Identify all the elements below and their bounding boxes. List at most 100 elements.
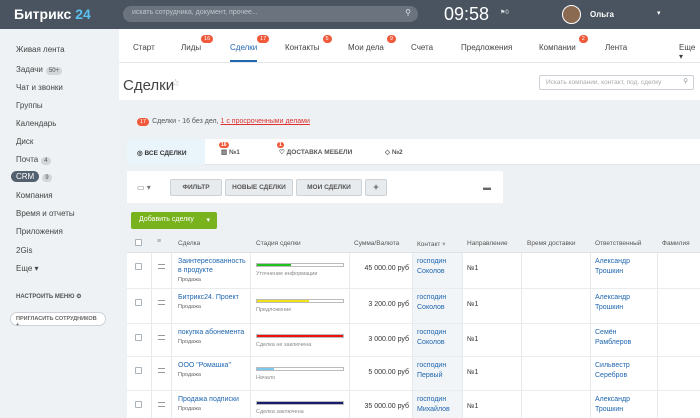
- search-icon[interactable]: ⚲: [405, 8, 411, 17]
- logo[interactable]: Битрикс 24: [14, 6, 91, 22]
- owner-link[interactable]: Александр Трошкин: [595, 395, 650, 415]
- filter-button[interactable]: ФИЛЬТР: [170, 179, 222, 196]
- filter-tab-1[interactable]: 16 ▥ №1: [219, 142, 240, 156]
- stage-progress-bar[interactable]: [256, 263, 344, 267]
- row-checkbox[interactable]: [135, 334, 142, 341]
- deal-search-input[interactable]: Искать компании, контакт, под. сделку ⚲: [539, 75, 694, 90]
- contact-link[interactable]: господин Соколов: [417, 328, 459, 348]
- add-filter-button[interactable]: +: [365, 179, 387, 196]
- tab-deals[interactable]: Сделки 17: [230, 35, 270, 62]
- row-checkbox[interactable]: [135, 299, 142, 306]
- stage-progress-bar[interactable]: [256, 367, 344, 371]
- user-name[interactable]: Ольга: [590, 10, 614, 19]
- row-menu-icon[interactable]: [158, 402, 165, 407]
- row-checkbox[interactable]: [135, 401, 142, 408]
- save-icon[interactable]: ▬: [483, 183, 491, 192]
- sidebar-item-crm[interactable]: CRM 9: [11, 171, 52, 182]
- select-all-checkbox[interactable]: [135, 239, 142, 246]
- sidebar-item-disk[interactable]: Диск: [16, 137, 33, 146]
- owner-link[interactable]: Александр Трошкин: [595, 293, 650, 313]
- settings-icon[interactable]: ≡: [157, 238, 161, 245]
- table-row[interactable]: покупка абонемента Продажа Сделка не заклю…: [127, 324, 700, 357]
- tab-leads[interactable]: Лиды 16: [181, 35, 214, 52]
- contact-link[interactable]: господин Соколов: [417, 293, 459, 313]
- stage-label: Сделка заключена: [256, 409, 304, 415]
- table-row[interactable]: ООО "Ромашка" Продажа Начало 5 000.00 руб го…: [127, 357, 700, 391]
- tab-invoices[interactable]: Счета: [411, 43, 433, 52]
- deal-type: Продажа: [178, 277, 201, 283]
- tab-start[interactable]: Старт: [133, 43, 155, 52]
- new-deals-button[interactable]: НОВЫЕ СДЕЛКИ: [225, 179, 293, 196]
- deal-title-link[interactable]: покупка абонемента: [178, 329, 244, 336]
- tab-companies[interactable]: Компании 2: [539, 35, 588, 52]
- stage-progress-fill: [257, 264, 292, 266]
- tab-feed[interactable]: Лента: [605, 43, 627, 52]
- table-row[interactable]: Заинтересованность в продукте Продажа Уточ…: [127, 253, 700, 289]
- sidebar-item-2gis[interactable]: 2Gis: [16, 246, 32, 255]
- tab-quotes[interactable]: Предложения: [461, 43, 512, 52]
- deal-title-link[interactable]: Продажа подписки: [178, 396, 239, 403]
- avatar[interactable]: [562, 5, 581, 24]
- col-sum[interactable]: Сумма/Валюта: [354, 240, 399, 247]
- sidebar-item-time[interactable]: Время и отчеты: [16, 209, 75, 218]
- table-row[interactable]: Продажа подписки Продажа Сделка заключена 3…: [127, 391, 700, 418]
- stage-progress-bar[interactable]: [256, 334, 344, 338]
- sidebar-item-apps[interactable]: Приложения: [16, 227, 63, 236]
- stage-progress-bar[interactable]: [256, 401, 344, 405]
- tab-more[interactable]: Еще ▾: [679, 43, 700, 61]
- row-menu-icon[interactable]: [158, 368, 165, 373]
- owner-link[interactable]: Александр Трошкин: [595, 257, 650, 277]
- deal-title-link[interactable]: Битрикс24. Проект: [178, 294, 239, 301]
- deal-title-link[interactable]: ООО "Ромашка": [178, 362, 231, 369]
- deal-title-link[interactable]: Заинтересованность в продукте: [178, 258, 246, 274]
- col-delivery-time[interactable]: Время доставки: [527, 240, 575, 247]
- sidebar-item-mail[interactable]: Почта 4: [16, 155, 51, 165]
- settings-menu-button[interactable]: НАСТРОИТЬ МЕНЮ ⚙: [16, 293, 82, 300]
- tab-contacts[interactable]: Контакты 5: [285, 35, 332, 52]
- chevron-down-icon[interactable]: ▾: [657, 9, 661, 17]
- row-menu-icon[interactable]: [158, 300, 165, 305]
- tab-my-activities[interactable]: Мои дела 9: [348, 35, 396, 52]
- row-checkbox[interactable]: [135, 263, 142, 270]
- contact-link[interactable]: господин Соколов: [417, 257, 459, 277]
- row-menu-icon[interactable]: [158, 335, 165, 340]
- owner-link[interactable]: Сильвестр Серебров: [595, 361, 650, 381]
- contact-link[interactable]: господин Михайлов: [417, 395, 459, 415]
- filter-tab-all[interactable]: ◎ ВСЕ СДЕЛКИ: [127, 139, 205, 165]
- col-deal[interactable]: Сделка: [178, 240, 200, 247]
- sidebar-item-more[interactable]: Еще ▾: [16, 264, 39, 273]
- search-icon[interactable]: ⚲: [683, 77, 688, 85]
- my-deals-button[interactable]: МОИ СДЕЛКИ: [296, 179, 362, 196]
- table-row[interactable]: Битрикс24. Проект Продажа Предложение 3 200…: [127, 289, 700, 324]
- direction-value: №1: [467, 369, 479, 376]
- clock: 09:58: [444, 4, 490, 24]
- row-checkbox[interactable]: [135, 367, 142, 374]
- star-icon[interactable]: ☆: [171, 78, 180, 89]
- filter-tab-furniture[interactable]: 1 ♡ ДОСТАВКА МЕБЕЛИ: [277, 142, 352, 156]
- contact-link[interactable]: господин Первый: [417, 361, 459, 381]
- sidebar-item-feed[interactable]: Живая лента: [16, 45, 65, 54]
- global-search-input[interactable]: искать сотрудника, документ, прочее... ⚲: [123, 6, 418, 22]
- col-stage[interactable]: Стадия сделки: [256, 240, 301, 247]
- deal-type: Продажа: [178, 406, 201, 412]
- sidebar-item-tasks[interactable]: Задачи 50+: [16, 65, 63, 75]
- stage-label: Уточнение информации: [256, 271, 318, 277]
- sidebar-item-groups[interactable]: Группы: [16, 101, 43, 110]
- stage-progress-bar[interactable]: [256, 299, 344, 303]
- add-deal-button[interactable]: Добавить сделку ▾: [131, 212, 217, 229]
- flag-icon[interactable]: ⚑0: [500, 9, 509, 16]
- sidebar-item-calendar[interactable]: Календарь: [16, 119, 56, 128]
- row-menu-icon[interactable]: [158, 264, 165, 269]
- col-surname[interactable]: Фамилия: [662, 240, 690, 247]
- col-direction[interactable]: Направление: [467, 240, 508, 247]
- invite-button[interactable]: ПРИГЛАСИТЬ СОТРУДНИКОВ +: [10, 312, 106, 328]
- filter-tab-2[interactable]: ◇ №2: [385, 148, 403, 156]
- col-contact[interactable]: Контакт ▾: [417, 240, 445, 248]
- sidebar-item-company[interactable]: Компания: [16, 191, 53, 200]
- col-owner[interactable]: Ответственный: [595, 240, 641, 247]
- table-header: ≡ Сделка Стадия сделки Сумма/Валюта Конт…: [127, 233, 700, 253]
- sidebar-item-chat[interactable]: Чат и звонки: [16, 83, 63, 92]
- overdue-link[interactable]: 1 с просроченными делами: [221, 118, 310, 125]
- owner-link[interactable]: Семён Рамблеров: [595, 328, 650, 348]
- view-select-icon[interactable]: ▭ ▾: [137, 183, 151, 192]
